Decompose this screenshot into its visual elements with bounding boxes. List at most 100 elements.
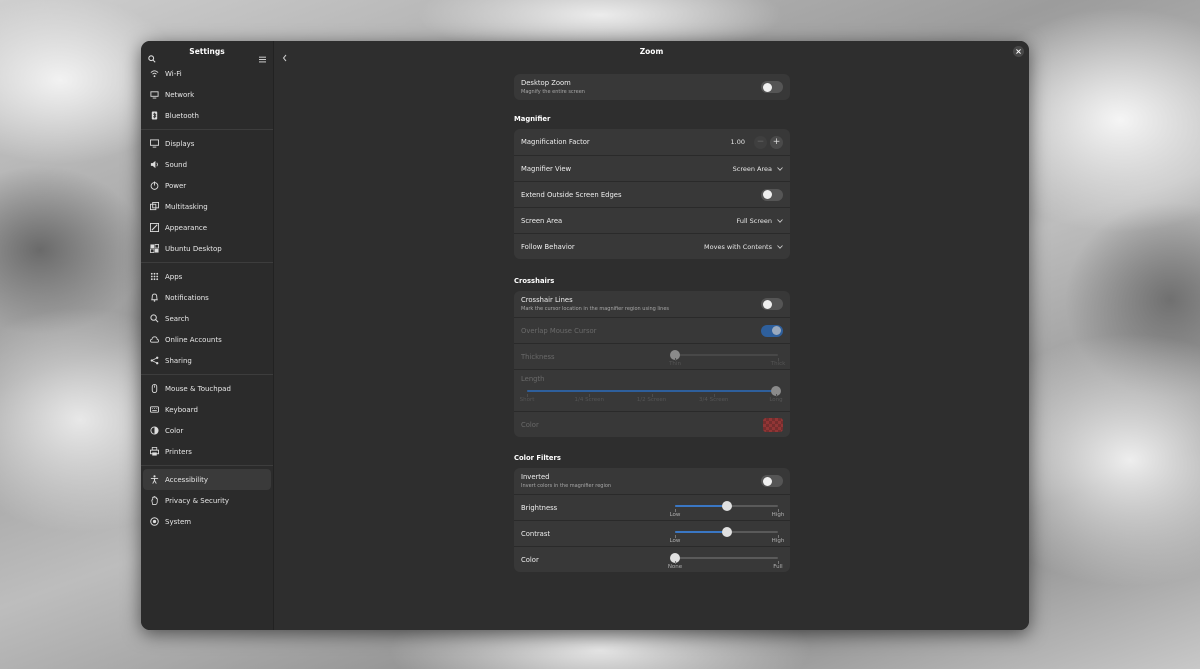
thickness-row: Thickness Thin Thick (514, 343, 790, 369)
sidebar-item-accessibility[interactable]: Accessibility (143, 469, 271, 490)
sidebar-item-apps[interactable]: Apps (143, 266, 271, 287)
keyboard-icon (150, 405, 159, 414)
hand-icon (150, 496, 159, 505)
brightness-slider-thumb[interactable] (721, 501, 732, 511)
sidebar-item-label: Apps (165, 272, 183, 281)
close-icon[interactable] (1013, 46, 1024, 57)
overlap-cursor-row: Overlap Mouse Cursor (514, 317, 790, 343)
length-tick-label: 1/2 Screen (636, 397, 667, 403)
contrast-label: Contrast (521, 529, 551, 538)
chevron-down-icon (777, 217, 783, 225)
increase-button[interactable]: + (770, 135, 783, 149)
length-tick-label: Long (769, 397, 783, 403)
brightness-slider[interactable]: Low High (670, 497, 784, 518)
multitasking-icon (150, 202, 159, 211)
ubuntu-desktop-icon (150, 244, 159, 253)
crosshair-color-swatch (763, 417, 783, 432)
filter-color-label: Color (521, 555, 539, 564)
contrast-row: Contrast Low High (514, 520, 790, 546)
color-filters-section-title: Color Filters (514, 454, 561, 462)
inverted-row[interactable]: Inverted Invert colors in the magnifier … (514, 468, 790, 494)
sidebar-item-multitasking[interactable]: Multitasking (143, 196, 271, 217)
extend-edges-row[interactable]: Extend Outside Screen Edges (514, 181, 790, 207)
extend-edges-toggle[interactable] (761, 188, 783, 201)
desktop-zoom-toggle[interactable] (761, 81, 783, 93)
bell-icon (150, 293, 159, 302)
settings-window: Settings Wi-Fi Network Bluetooth Displays So… (141, 41, 1029, 630)
magnifier-section-title: Magnifier (514, 115, 551, 123)
sidebar-item-privacy-security[interactable]: Privacy & Security (143, 490, 271, 511)
chevron-down-icon (777, 243, 783, 251)
magnifier-view-value: Screen Area (732, 164, 772, 173)
desktop-zoom-row[interactable]: Desktop Zoom Magnify the entire screen (514, 74, 790, 100)
sidebar-item-wi-fi[interactable]: Wi-Fi (143, 63, 271, 84)
sidebar-separator (141, 465, 273, 466)
thickness-slider: Thin Thick (669, 346, 785, 367)
sidebar-item-label: Wi-Fi (165, 69, 182, 78)
crosshair-lines-row[interactable]: Crosshair Lines Mark the cursor location… (514, 291, 790, 317)
sidebar-header: Settings (141, 42, 273, 63)
magnification-factor-label: Magnification Factor (521, 138, 590, 146)
decrease-button[interactable]: − (754, 135, 767, 149)
sidebar-item-label: Notifications (165, 293, 209, 302)
sidebar-item-bluetooth[interactable]: Bluetooth (143, 105, 271, 126)
screen-area-row[interactable]: Screen Area Full Screen (514, 207, 790, 233)
brightness-max-label: High (771, 512, 785, 518)
chevron-down-icon (777, 165, 783, 173)
sidebar-item-keyboard[interactable]: Keyboard (143, 399, 271, 420)
sidebar-item-label: Accessibility (165, 475, 209, 484)
share-icon (150, 356, 159, 365)
screen-area-label: Screen Area (521, 216, 563, 225)
follow-behavior-label: Follow Behavior (521, 242, 575, 251)
thickness-min-label: Thin (669, 361, 681, 367)
sidebar-item-color[interactable]: Color (143, 420, 271, 441)
sidebar-item-appearance[interactable]: Appearance (143, 217, 271, 238)
inverted-toggle[interactable] (761, 475, 783, 487)
sidebar-item-displays[interactable]: Displays (143, 133, 271, 154)
crosshair-color-label: Color (521, 420, 539, 429)
main-panel: Zoom Desktop Zoom Magnify the entire scr… (274, 41, 1029, 630)
sidebar-item-label: Displays (165, 139, 195, 148)
sidebar-item-label: Multitasking (165, 202, 208, 211)
sidebar-item-printers[interactable]: Printers (143, 441, 271, 462)
system-icon (150, 517, 159, 526)
sidebar-item-label: Sharing (165, 356, 192, 365)
sidebar-item-network[interactable]: Network (143, 84, 271, 105)
sidebar-item-label: Privacy & Security (165, 496, 229, 505)
bluetooth-icon (150, 111, 159, 120)
crosshair-lines-subtitle: Mark the cursor location in the magnifie… (521, 306, 670, 312)
sidebar-item-label: Network (165, 90, 195, 99)
sidebar-item-system[interactable]: System (143, 511, 271, 532)
crosshair-lines-label: Crosshair Lines (521, 296, 573, 304)
crosshair-lines-toggle[interactable] (761, 298, 783, 310)
filter-color-slider[interactable]: None Full (668, 549, 783, 570)
length-tick-label: 1/4 Screen (574, 397, 605, 403)
sidebar-item-sharing[interactable]: Sharing (143, 350, 271, 371)
follow-behavior-row[interactable]: Follow Behavior Moves with Contents (514, 233, 790, 259)
contrast-min-label: Low (669, 538, 681, 544)
sidebar-item-power[interactable]: Power (143, 175, 271, 196)
sidebar-item-sound[interactable]: Sound (143, 154, 271, 175)
sidebar-item-ubuntu-desktop[interactable]: Ubuntu Desktop (143, 238, 271, 259)
desktop-zoom-label: Desktop Zoom (521, 79, 571, 87)
magnifier-view-row[interactable]: Magnifier View Screen Area (514, 155, 790, 181)
contrast-slider[interactable]: Low High (670, 523, 784, 544)
magnifier-card: Magnification Factor 1.00 − + Magnifier … (514, 129, 790, 259)
sidebar-item-label: Color (165, 426, 184, 435)
filter-color-max-label: Full (773, 564, 783, 570)
magnification-factor-row: Magnification Factor 1.00 − + (514, 129, 790, 155)
display-icon (150, 139, 159, 148)
sidebar-item-mouse-touchpad[interactable]: Mouse & Touchpad (143, 378, 271, 399)
accessibility-icon (150, 475, 159, 484)
sidebar-title: Settings (189, 47, 225, 56)
crosshair-color-row: Color (514, 411, 790, 437)
sidebar-item-search[interactable]: Search (143, 308, 271, 329)
sidebar-item-label: Search (165, 314, 190, 323)
sidebar-separator (141, 129, 273, 130)
sidebar-item-online-accounts[interactable]: Online Accounts (143, 329, 271, 350)
sound-icon (150, 160, 159, 169)
thickness-label: Thickness (521, 352, 555, 361)
sidebar-item-notifications[interactable]: Notifications (143, 287, 271, 308)
sidebar: Settings Wi-Fi Network Bluetooth Displays So… (141, 41, 274, 630)
contrast-slider-thumb[interactable] (721, 527, 732, 537)
